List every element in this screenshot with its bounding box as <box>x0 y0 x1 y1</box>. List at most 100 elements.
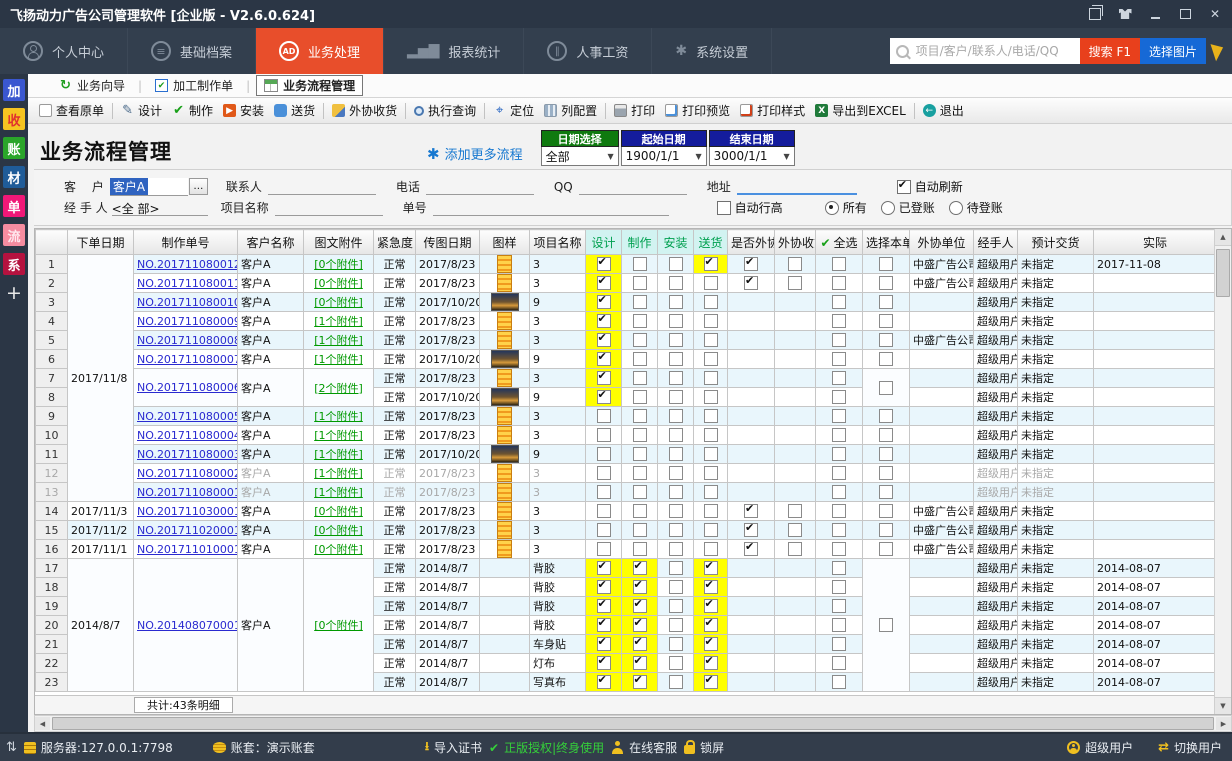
excel-button[interactable]: X导出到EXCEL <box>810 100 911 121</box>
install-checkbox[interactable] <box>669 447 683 461</box>
design-checkbox[interactable] <box>597 409 611 423</box>
select-all-checkbox[interactable] <box>832 276 846 290</box>
deliver-checkbox[interactable] <box>704 599 718 613</box>
select-order-checkbox[interactable] <box>879 618 893 632</box>
select-all-checkbox[interactable] <box>832 580 846 594</box>
cols-button[interactable]: 列配置 <box>539 100 602 121</box>
order-link[interactable]: NO.201711080007 <box>137 353 238 366</box>
order-link[interactable]: NO.201711080002 <box>137 467 238 480</box>
design-checkbox[interactable] <box>597 428 611 442</box>
tab-wizard[interactable]: ↻业务向导 <box>52 76 132 95</box>
select-all-checkbox[interactable] <box>832 390 846 404</box>
select-all-checkbox[interactable] <box>832 314 846 328</box>
radio-all-button[interactable] <box>825 201 839 215</box>
deliver-checkbox[interactable] <box>704 447 718 461</box>
order-link[interactable]: NO.201711080001 <box>137 486 238 499</box>
select-order-checkbox[interactable] <box>879 542 893 556</box>
doc-thumbnail[interactable] <box>497 407 512 425</box>
make-checkbox[interactable] <box>633 580 647 594</box>
attachment-link[interactable]: [1个附件] <box>314 467 363 480</box>
column-header[interactable]: 安装 <box>658 230 694 255</box>
select-order-checkbox[interactable] <box>879 447 893 461</box>
select-all-checkbox[interactable] <box>832 352 846 366</box>
orderno-field[interactable] <box>433 200 669 216</box>
order-link[interactable]: NO.201711030001 <box>137 505 238 518</box>
sidebar-item-7[interactable]: 系 <box>3 253 25 275</box>
make-button[interactable]: ✔制作 <box>167 100 218 121</box>
attachment-link[interactable]: [0个附件] <box>314 619 363 632</box>
sidebar-item-3[interactable]: 账 <box>3 137 25 159</box>
radio-pending-button[interactable] <box>949 201 963 215</box>
handler-field[interactable]: <全 部> <box>112 200 208 216</box>
tab-flowgrid[interactable]: 业务流程管理 <box>256 75 363 96</box>
select-all-checkbox[interactable] <box>832 599 846 613</box>
select-order-checkbox[interactable] <box>879 428 893 442</box>
view-button[interactable]: 查看原单 <box>34 100 109 121</box>
nav-item-list-circle[interactable]: ≡基础档案 <box>128 28 256 74</box>
design-checkbox[interactable] <box>597 485 611 499</box>
make-checkbox[interactable] <box>633 561 647 575</box>
switch-user-button[interactable]: ⇄ 切换用户 <box>1158 739 1222 756</box>
make-checkbox[interactable] <box>633 542 647 556</box>
attachment-link[interactable]: [1个附件] <box>314 334 363 347</box>
auto-rowheight-checkbox[interactable] <box>717 201 731 215</box>
start-date-dropdown[interactable]: 1900/1/1 ▼ <box>621 147 707 166</box>
minimize-button[interactable] <box>1148 8 1162 20</box>
install-checkbox[interactable] <box>669 333 683 347</box>
design-button[interactable]: ✎设计 <box>116 100 167 121</box>
sidebar-item-1[interactable]: 加 <box>3 79 25 101</box>
select-order-checkbox[interactable] <box>879 485 893 499</box>
make-checkbox[interactable] <box>633 523 647 537</box>
make-checkbox[interactable] <box>633 333 647 347</box>
design-checkbox[interactable] <box>597 580 611 594</box>
select-order-checkbox[interactable] <box>879 504 893 518</box>
deliver-checkbox[interactable] <box>704 675 718 689</box>
make-checkbox[interactable] <box>633 485 647 499</box>
pages-icon[interactable] <box>1088 8 1102 20</box>
make-checkbox[interactable] <box>633 409 647 423</box>
make-checkbox[interactable] <box>633 390 647 404</box>
column-header[interactable]: ✔全选 <box>816 230 863 255</box>
make-checkbox[interactable] <box>633 257 647 271</box>
install-checkbox[interactable] <box>669 523 683 537</box>
install-button[interactable]: ▶安装 <box>218 100 269 121</box>
horn-icon[interactable] <box>1210 41 1226 62</box>
column-header[interactable]: 经手人 <box>974 230 1018 255</box>
select-order-checkbox[interactable] <box>879 257 893 271</box>
design-checkbox[interactable] <box>597 504 611 518</box>
select-all-checkbox[interactable] <box>832 466 846 480</box>
install-checkbox[interactable] <box>669 542 683 556</box>
address-field[interactable] <box>737 178 857 195</box>
phone-field[interactable] <box>426 179 534 195</box>
install-checkbox[interactable] <box>669 409 683 423</box>
design-checkbox[interactable] <box>597 333 611 347</box>
design-checkbox[interactable] <box>597 656 611 670</box>
design-checkbox[interactable] <box>597 561 611 575</box>
recv-button[interactable]: 外协收货 <box>327 100 402 121</box>
outsource-checkbox[interactable] <box>744 523 758 537</box>
order-link[interactable]: NO.201711020001 <box>137 524 238 537</box>
make-checkbox[interactable] <box>633 447 647 461</box>
select-all-checkbox[interactable] <box>832 428 846 442</box>
maximize-button[interactable] <box>1178 8 1192 20</box>
design-checkbox[interactable] <box>597 466 611 480</box>
sidebar-item-2[interactable]: 收 <box>3 108 25 130</box>
column-header[interactable]: 预计交货 <box>1018 230 1094 255</box>
select-all-checkbox[interactable] <box>832 656 846 670</box>
attachment-link[interactable]: [0个附件] <box>314 296 363 309</box>
design-checkbox[interactable] <box>597 637 611 651</box>
doc-thumbnail[interactable] <box>497 464 512 482</box>
deliver-checkbox[interactable] <box>704 637 718 651</box>
sync-icon[interactable]: ⇅ <box>6 740 17 755</box>
outsource-checkbox[interactable] <box>744 542 758 556</box>
attachment-link[interactable]: [1个附件] <box>314 429 363 442</box>
style-button[interactable]: 打印样式 <box>735 100 810 121</box>
design-checkbox[interactable] <box>597 257 611 271</box>
deliver-checkbox[interactable] <box>704 580 718 594</box>
horizontal-scrollbar[interactable]: ◀ ▶ <box>34 715 1232 732</box>
auto-refresh-checkbox[interactable] <box>897 180 911 194</box>
scroll-down-icon[interactable]: ▼ <box>1215 697 1231 714</box>
install-checkbox[interactable] <box>669 485 683 499</box>
deliver-checkbox[interactable] <box>704 656 718 670</box>
radio-all[interactable]: 所有 <box>825 199 867 216</box>
